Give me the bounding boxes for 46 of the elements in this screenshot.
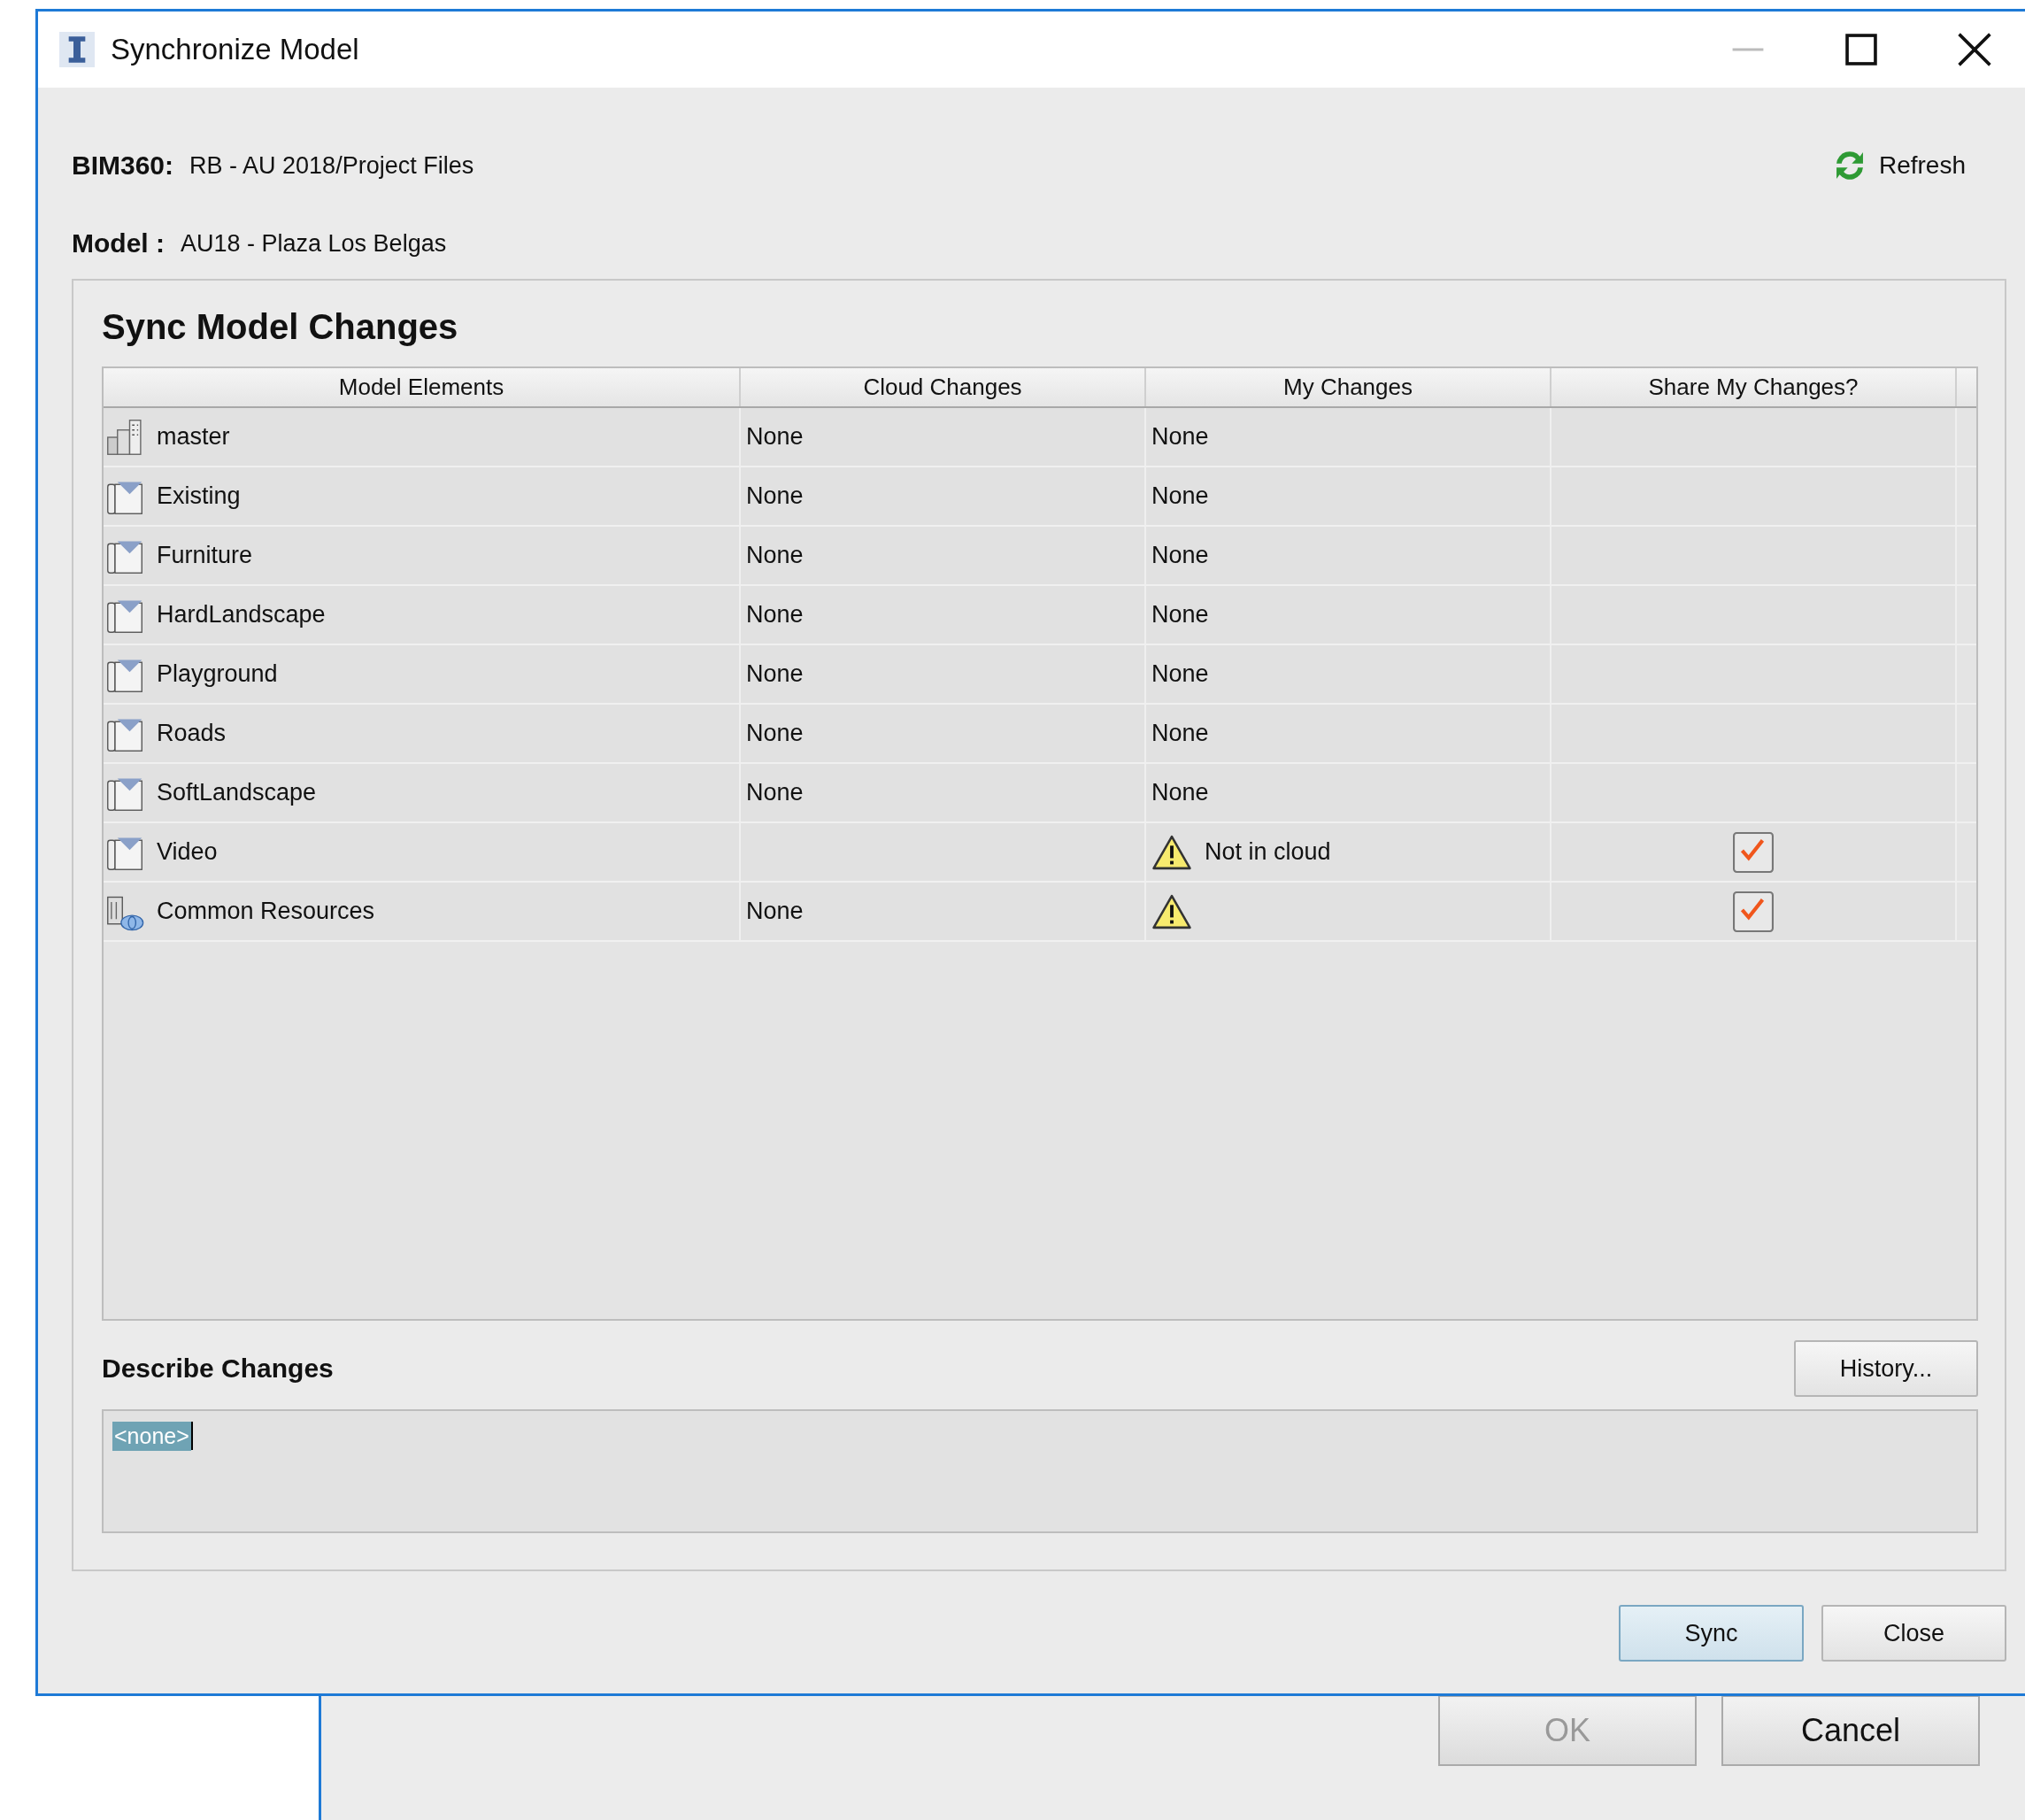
model-label: Model : [72,228,165,258]
cloud-changes-text: None [746,423,804,451]
my-changes-text: None [1151,482,1209,510]
share-checkbox[interactable] [1733,891,1774,932]
column-header[interactable]: My Changes [1146,368,1551,406]
dialog-button[interactable]: Sync [1619,1605,1804,1662]
my-changes-text: None [1151,660,1209,688]
cloud-changes-text: None [746,779,804,806]
cloud-changes-text: None [746,482,804,510]
location-value: RB - AU 2018/Project Files [189,151,474,180]
group-title: Sync Model Changes [102,307,459,347]
element-name: Roads [157,720,227,747]
my-changes-text: None [1151,423,1209,451]
warning-icon [1151,892,1192,930]
my-changes-text: None [1151,542,1209,569]
window-title: Synchronize Model [111,33,359,66]
element-name: HardLandscape [157,601,326,629]
cloud-changes-text: None [746,898,804,925]
model-value: AU18 - Plaza Los Belgas [181,229,447,258]
share-checkbox[interactable] [1733,831,1774,873]
element-name: Common Resources [157,898,375,925]
location-label: BIM360: [72,150,174,181]
my-changes-text: Not in cloud [1205,838,1331,866]
history-button[interactable]: History... [1794,1340,1978,1397]
my-changes-text: None [1151,779,1209,806]
element-name: Playground [157,660,278,688]
column-header[interactable]: Cloud Changes [741,368,1146,406]
dialog-button[interactable]: Close [1821,1605,2006,1662]
my-changes-text: None [1151,601,1209,629]
element-name: Existing [157,482,241,510]
column-header[interactable]: Share My Changes? [1551,368,1957,406]
dialog-button[interactable]: Cancel [1721,1695,1980,1766]
describe-label: Describe Changes [102,1353,334,1384]
element-name: Video [157,838,218,866]
cloud-changes-text: None [746,601,804,629]
element-name: SoftLandscape [157,779,317,806]
column-header[interactable]: Model Elements [104,368,741,406]
element-name: Furniture [157,542,253,569]
my-changes-text: None [1151,720,1209,747]
cloud-changes-text: None [746,720,804,747]
warning-icon [1151,833,1192,871]
cloud-changes-text: None [746,542,804,569]
refresh-button[interactable]: Refresh [1823,144,1971,187]
app-icon [59,32,95,67]
cloud-changes-text: None [746,660,804,688]
element-name: master [157,423,230,451]
